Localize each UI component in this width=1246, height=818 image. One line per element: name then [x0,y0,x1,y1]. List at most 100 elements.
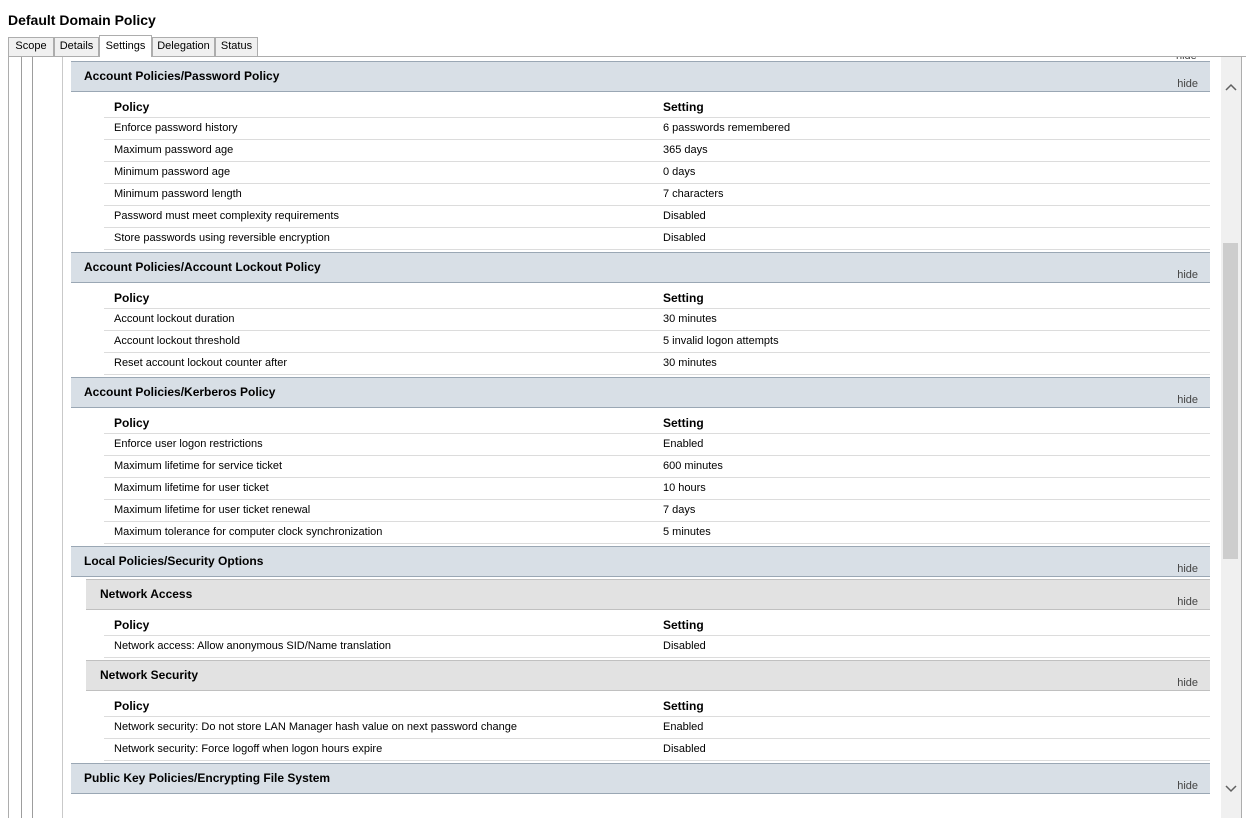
policy-name: Account lockout threshold [114,335,240,347]
policy-setting: 10 hours [663,482,706,494]
chevron-up-icon [1225,83,1237,91]
policy-setting: 6 passwords remembered [663,122,791,134]
tree-line [32,57,33,818]
policy-setting: Disabled [663,743,706,755]
table-row: Account lockout duration 30 minutes [104,309,1210,331]
policy-column-header: Policy [114,416,150,430]
vertical-scrollbar[interactable] [1221,57,1241,818]
tab-delegation[interactable]: Delegation [152,37,215,56]
table-row: Maximum tolerance for computer clock syn… [104,522,1210,544]
section-header: Account Policies/Password Policy hide [71,61,1210,92]
section-header: Local Policies/Security Options hide [71,546,1210,577]
section-title: Account Policies/Account Lockout Policy [84,260,321,274]
pane-border [1241,57,1242,818]
policy-name: Reset account lockout counter after [114,357,288,369]
policy-name: Minimum password length [114,188,242,200]
tab-details[interactable]: Details [54,37,99,56]
table-row: Network security: Do not store LAN Manag… [104,717,1210,739]
policy-name: Maximum lifetime for service ticket [114,460,283,472]
policy-column-header: Policy [114,618,150,632]
hide-link[interactable]: hide [1177,677,1198,689]
setting-column-header: Setting [663,416,704,430]
subsection-header: Network Security hide [86,660,1210,691]
tab-settings[interactable]: Settings [99,35,152,57]
policy-setting: Enabled [663,721,704,733]
table-row: Password must meet complexity requiremen… [104,206,1210,228]
hide-link[interactable]: hide [1177,78,1198,90]
policy-name: Maximum tolerance for computer clock syn… [114,526,383,538]
table-header-row: Policy Setting [104,614,1210,636]
policy-setting: 30 minutes [663,357,717,369]
policy-column-header: Policy [114,291,150,305]
policy-setting: 5 minutes [663,526,711,538]
policy-name: Maximum password age [114,144,234,156]
chevron-down-icon [1225,785,1237,793]
subsection-header: Network Access hide [86,579,1210,610]
table-row: Store passwords using reversible encrypt… [104,228,1210,250]
section-title: Local Policies/Security Options [84,554,264,568]
policy-setting: Disabled [663,210,706,222]
section-title: Account Policies/Password Policy [84,69,280,83]
table-row: Reset account lockout counter after 30 mi… [104,353,1210,375]
policy-name: Maximum lifetime for user ticket [114,482,269,494]
section-title: Network Security [100,668,199,682]
table-row: Network access: Allow anonymous SID/Name… [104,636,1210,658]
table-header-row: Policy Setting [104,412,1210,434]
settings-report-pane: hide Account Policies/Password Policy hid… [8,57,1243,818]
scroll-thumb[interactable] [1223,243,1238,559]
report-content: hide Account Policies/Password Policy hid… [9,57,1221,818]
scroll-down-button[interactable] [1221,781,1241,799]
policy-name: Enforce user logon restrictions [114,438,263,450]
policy-setting: 5 invalid logon attempts [663,335,779,347]
policy-setting: 600 minutes [663,460,723,472]
policy-setting: 7 days [663,504,696,516]
policy-name: Maximum lifetime for user ticket renewal [114,504,311,516]
hide-link[interactable]: hide [1177,269,1198,281]
policy-column-header: Policy [114,699,150,713]
policy-name: Network security: Force logoff when logo… [114,743,383,755]
scroll-up-button[interactable] [1221,79,1241,97]
table-header-row: Policy Setting [104,287,1210,309]
table-row: Network security: Force logoff when logo… [104,739,1210,761]
hide-link[interactable]: hide [1177,596,1198,608]
setting-column-header: Setting [663,291,704,305]
hide-link[interactable]: hide [1177,780,1198,792]
hide-link[interactable]: hide [1177,563,1198,575]
window-title: Default Domain Policy [8,12,156,28]
table-row: Minimum password age 0 days [104,162,1210,184]
table-row: Account lockout threshold 5 invalid logon… [104,331,1210,353]
policy-setting: 30 minutes [663,313,717,325]
policy-setting: 0 days [663,166,696,178]
table-row: Maximum lifetime for user ticket 10 hours [104,478,1210,500]
table-row: Maximum lifetime for service ticket 600 m… [104,456,1210,478]
policy-setting: 7 characters [663,188,724,200]
table-row: Maximum password age 365 days [104,140,1210,162]
setting-column-header: Setting [663,618,704,632]
table-row: Enforce user logon restrictions Enabled [104,434,1210,456]
setting-column-header: Setting [663,699,704,713]
section-title: Account Policies/Kerberos Policy [84,385,276,399]
table-row: Enforce password history 6 passwords reme… [104,118,1210,140]
hide-link[interactable]: hide [1177,394,1198,406]
section-header: Public Key Policies/Encrypting File Syst… [71,763,1210,794]
tab-status[interactable]: Status [215,37,258,56]
policy-name: Account lockout duration [114,313,235,325]
tree-line [21,57,22,818]
policy-setting: Disabled [663,640,706,652]
policy-name: Minimum password age [114,166,231,178]
section-title: Public Key Policies/Encrypting File Syst… [84,771,331,785]
table-header-row: Policy Setting [104,96,1210,118]
section-header: Account Policies/Kerberos Policy hide [71,377,1210,408]
policy-column-header: Policy [114,100,150,114]
policy-setting: Disabled [663,232,706,244]
table-row: Maximum lifetime for user ticket renewal… [104,500,1210,522]
setting-column-header: Setting [663,100,704,114]
policy-name: Network access: Allow anonymous SID/Name… [114,640,391,652]
section-title: Network Access [100,587,193,601]
policy-name: Enforce password history [114,122,238,134]
table-header-row: Policy Setting [104,695,1210,717]
policy-name: Store passwords using reversible encrypt… [114,232,330,244]
tab-scope[interactable]: Scope [8,37,54,56]
tree-line [62,57,63,818]
policy-setting: Enabled [663,438,704,450]
